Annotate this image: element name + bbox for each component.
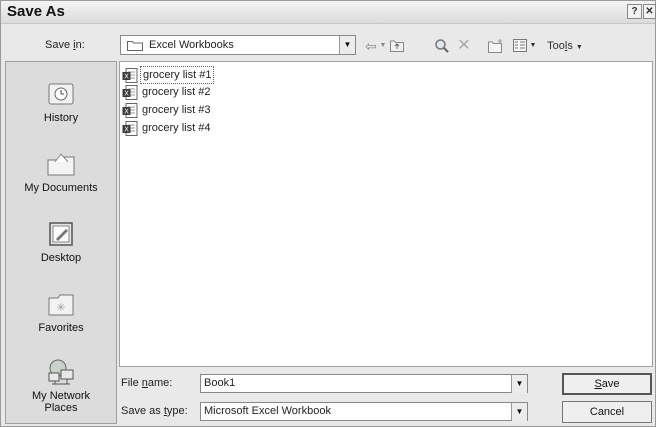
up-one-level-icon[interactable]: [389, 37, 405, 55]
place-favorites[interactable]: ✳ Favorites: [6, 290, 116, 334]
help-button[interactable]: ?: [627, 4, 642, 19]
chevron-down-icon[interactable]: ▼: [511, 403, 527, 421]
places-bar: History My Documents Desktop ✳ Favorites: [5, 61, 117, 424]
desktop-icon: [49, 222, 73, 246]
save-as-dialog: Save As ? ✕ Save in: Excel Workbooks ▼ ⇦…: [0, 0, 656, 427]
back-dropdown-icon[interactable]: ▼: [379, 37, 387, 55]
new-folder-icon[interactable]: [487, 37, 505, 55]
excel-file-icon: X: [122, 120, 138, 136]
list-item[interactable]: X grocery list #3: [122, 102, 212, 119]
file-name-label: File name:: [121, 377, 173, 389]
file-name-value: Book1: [204, 377, 236, 389]
save-button[interactable]: Save: [562, 373, 652, 395]
place-desktop[interactable]: Desktop: [6, 220, 116, 264]
save-in-value: Excel Workbooks: [149, 39, 234, 51]
save-as-type-label: Save as type:: [121, 405, 188, 417]
back-arrow-icon[interactable]: ⇦: [363, 37, 379, 55]
list-item[interactable]: X grocery list #2: [122, 84, 212, 101]
svg-text:✳: ✳: [56, 301, 65, 314]
svg-text:X: X: [124, 107, 129, 115]
file-name: grocery list #4: [142, 122, 211, 134]
dialog-title: Save As: [7, 3, 65, 20]
place-history-label: History: [43, 112, 79, 124]
place-my-documents[interactable]: My Documents: [6, 150, 116, 194]
excel-file-icon: X: [122, 67, 138, 83]
place-desktop-label: Desktop: [40, 252, 82, 264]
save-as-type-value: Microsoft Excel Workbook: [204, 405, 331, 417]
file-name: grocery list #1: [140, 66, 215, 84]
svg-text:X: X: [124, 72, 129, 80]
history-icon: [48, 83, 74, 105]
list-item[interactable]: X grocery list #4: [122, 120, 212, 137]
excel-file-icon: X: [122, 102, 138, 118]
place-network-label-2: Places: [44, 402, 78, 414]
views-dropdown-icon[interactable]: ▼: [529, 37, 537, 55]
save-in-dropdown[interactable]: Excel Workbooks ▼: [120, 35, 356, 55]
title-bar[interactable]: Save As ? ✕: [1, 1, 656, 24]
save-as-type-dropdown[interactable]: Microsoft Excel Workbook ▼: [200, 402, 528, 421]
chevron-down-icon[interactable]: ▼: [511, 375, 527, 393]
list-item[interactable]: X grocery list #1: [122, 66, 215, 84]
excel-file-icon: X: [122, 84, 138, 100]
search-web-icon[interactable]: [433, 37, 451, 55]
favorites-icon: ✳: [48, 294, 74, 316]
network-places-icon: [48, 359, 74, 385]
svg-text:X: X: [124, 125, 129, 133]
file-name: grocery list #3: [142, 104, 211, 116]
place-my-network[interactable]: My Network Places: [6, 358, 116, 414]
file-name-input[interactable]: Book1 ▼: [200, 374, 528, 393]
place-history[interactable]: History: [6, 80, 116, 124]
place-network-label-1: My Network: [31, 390, 91, 402]
chevron-down-icon[interactable]: ▼: [339, 36, 355, 54]
file-list[interactable]: X grocery list #1 X grocery list #2 X gr…: [119, 61, 653, 367]
cancel-button[interactable]: Cancel: [562, 401, 652, 423]
file-name: grocery list #2: [142, 86, 211, 98]
svg-text:X: X: [124, 89, 129, 97]
place-favorites-label: Favorites: [38, 322, 84, 334]
place-my-documents-label: My Documents: [24, 182, 98, 194]
delete-icon[interactable]: ✕: [455, 37, 473, 55]
my-documents-icon: [47, 153, 75, 176]
views-icon[interactable]: [511, 37, 529, 55]
tools-menu[interactable]: Tools ▼: [543, 37, 587, 55]
close-button[interactable]: ✕: [643, 4, 656, 19]
folder-icon: [127, 41, 143, 51]
save-in-label: Save in:: [45, 39, 85, 51]
